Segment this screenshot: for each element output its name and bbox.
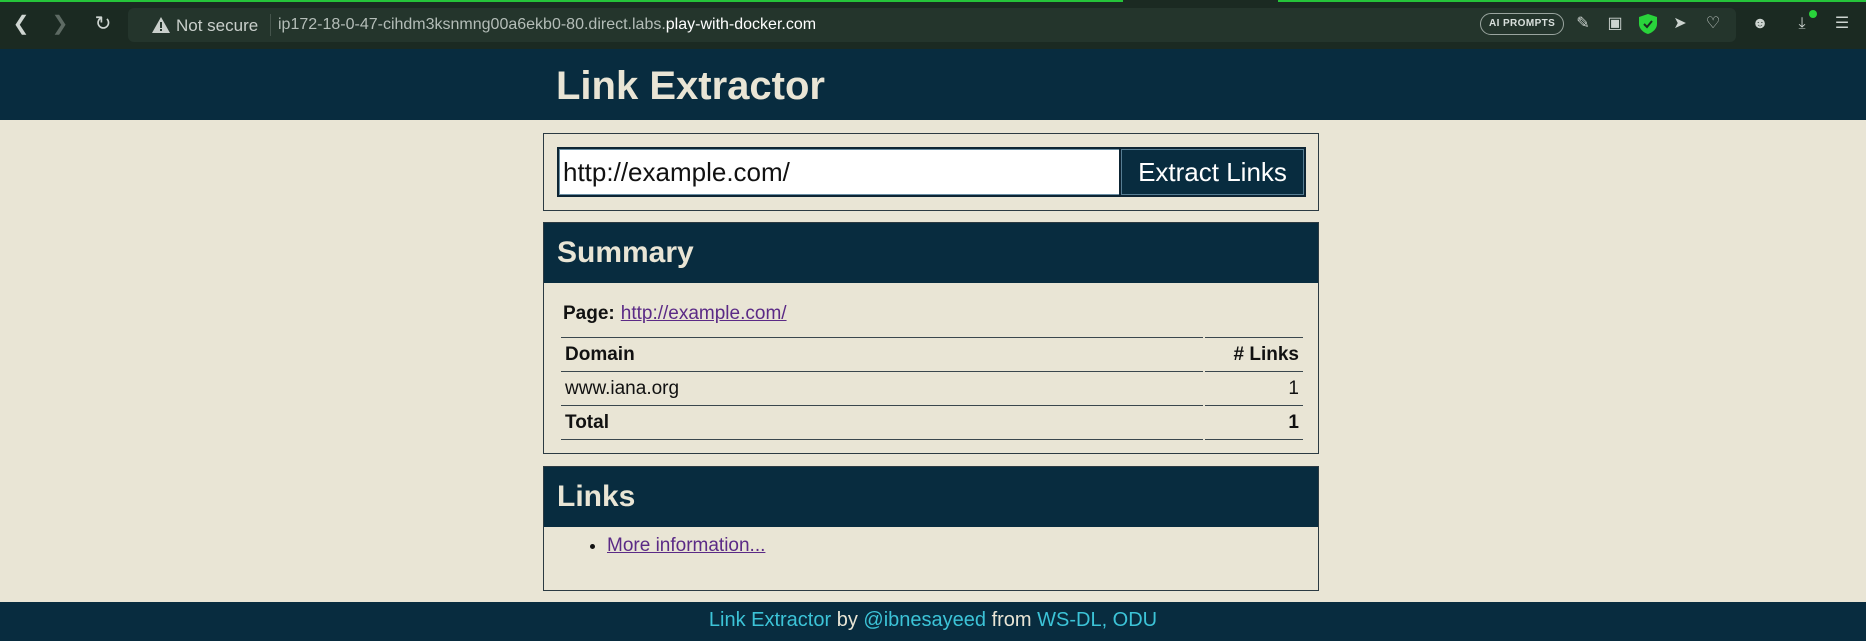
loading-bar [0, 0, 1123, 2]
page-label: Page: [563, 303, 615, 324]
ai-prompts-button[interactable]: AI PROMPTS [1480, 13, 1565, 35]
summary-panel: Summary Page: http://example.com/ Domain … [543, 222, 1319, 454]
page-url-link[interactable]: http://example.com/ [621, 303, 787, 324]
forward-icon[interactable]: ❯ [49, 13, 71, 35]
security-status[interactable]: Not secure [176, 16, 258, 36]
camera-icon[interactable]: ▣ [1603, 12, 1627, 36]
address-separator [270, 14, 271, 36]
list-item: More information... [607, 535, 765, 557]
page-title: Link Extractor [556, 64, 825, 108]
footer-from-text: from [991, 609, 1032, 631]
browser-toolbar: ❮ ❯ ↻ Not secure ip172-18-0-47-cihdm3ksn… [0, 0, 1866, 49]
settings-icon[interactable]: ☰ [1830, 12, 1854, 36]
total-row: Total 1 [561, 406, 1303, 440]
download-badge [1809, 10, 1817, 18]
links-panel: Links More information... [543, 466, 1319, 591]
table-header-row: Domain # Links [561, 337, 1303, 372]
total-label: Total [561, 406, 1203, 440]
loading-bar-segment [1278, 0, 1866, 2]
domain-cell: www.iana.org [561, 372, 1203, 406]
reload-icon[interactable]: ↻ [92, 13, 114, 35]
page-info: Page: http://example.com/ [563, 303, 787, 325]
back-icon[interactable]: ❮ [10, 13, 32, 35]
count-cell: 1 [1205, 372, 1303, 406]
total-count: 1 [1205, 406, 1303, 440]
footer-author-link[interactable]: @ibnesayeed [863, 609, 986, 631]
footer-app-link[interactable]: Link Extractor [709, 609, 831, 631]
summary-heading: Summary [544, 223, 1318, 283]
shield-icon[interactable] [1639, 14, 1657, 34]
url-form: Extract Links [543, 133, 1319, 211]
heart-icon[interactable]: ♡ [1701, 12, 1725, 36]
url-input[interactable] [557, 147, 1125, 197]
page-header [0, 49, 1866, 120]
edit-icon[interactable]: ✎ [1571, 12, 1595, 36]
profile-icon[interactable]: ☻ [1748, 12, 1772, 36]
links-list: More information... [581, 535, 765, 557]
footer-org-link[interactable]: WS-DL, ODU [1037, 609, 1157, 631]
url-text[interactable]: ip172-18-0-47-cihdm3ksnmng00a6ekb0-80.di… [278, 16, 816, 34]
domain-table: Domain # Links www.iana.org 1 Total 1 [559, 337, 1305, 440]
extracted-link[interactable]: More information... [607, 535, 765, 556]
footer-by-text: by [836, 609, 858, 631]
column-header-domain: Domain [561, 337, 1203, 372]
links-heading: Links [544, 467, 1318, 527]
footer: Link Extractor by @ibnesayeed from WS-DL… [0, 602, 1866, 641]
warning-icon [152, 17, 170, 33]
table-row: www.iana.org 1 [561, 372, 1303, 406]
column-header-links: # Links [1205, 337, 1303, 372]
url-prefix: ip172-18-0-47-cihdm3ksnmng00a6ekb0-80.di… [278, 16, 666, 33]
send-icon[interactable]: ➤ [1668, 12, 1692, 36]
url-host: play-with-docker.com [665, 16, 817, 33]
extract-links-button[interactable]: Extract Links [1119, 147, 1306, 197]
